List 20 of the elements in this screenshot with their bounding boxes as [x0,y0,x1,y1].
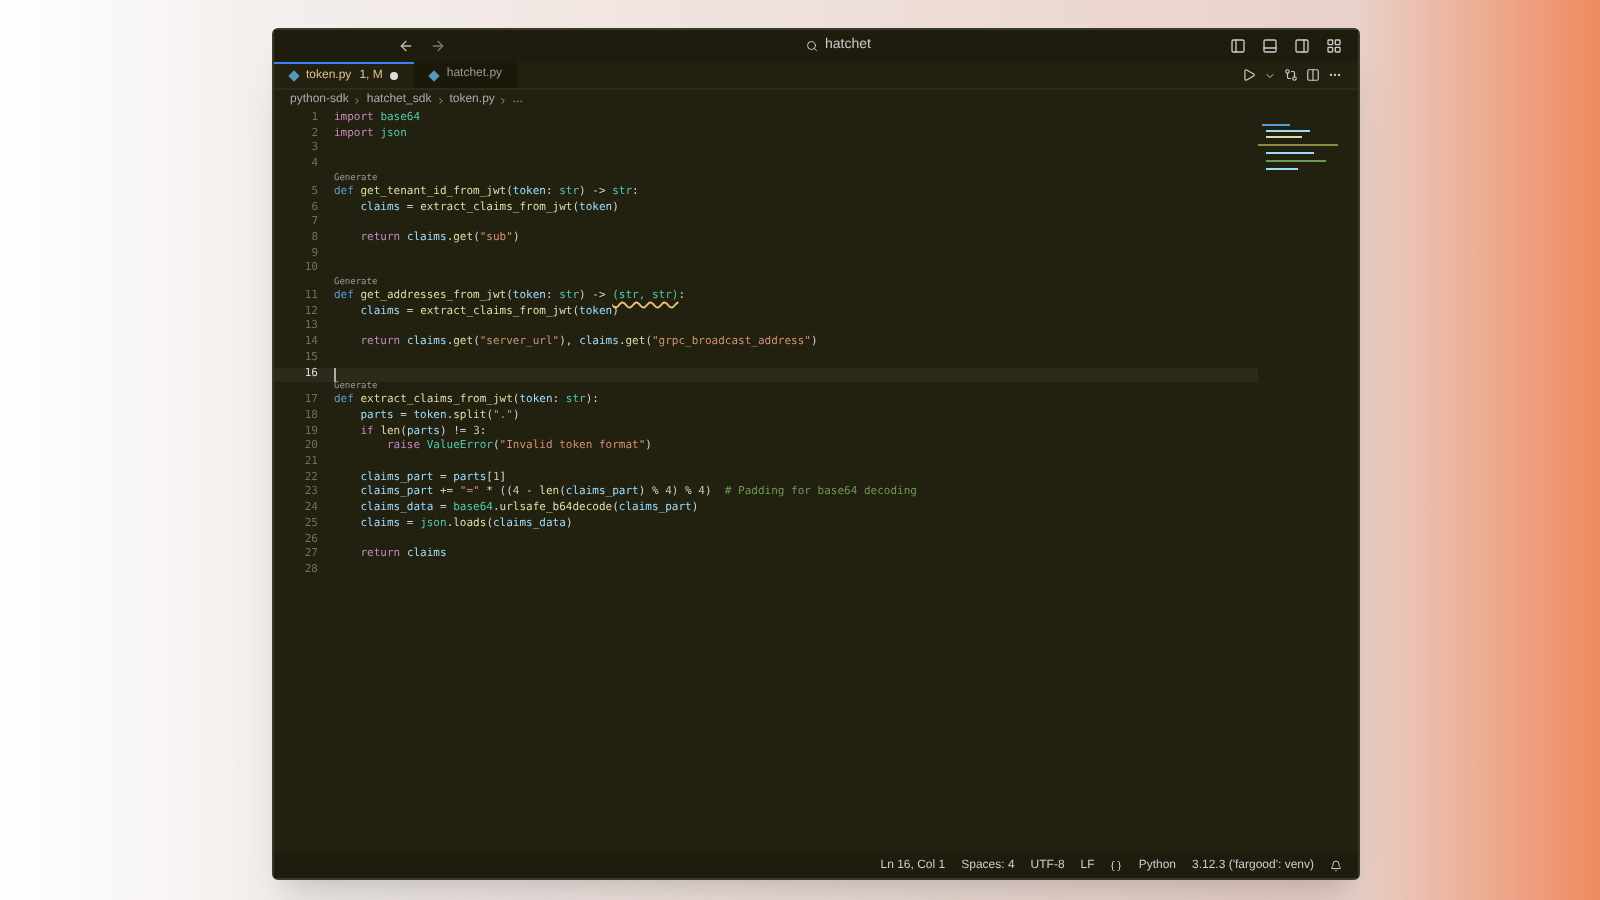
chevron-right-icon [498,96,509,106]
chevron-right-icon [435,96,446,106]
run-icon[interactable] [1242,68,1256,82]
compare-icon[interactable] [1284,68,1298,82]
layout-icon[interactable] [1326,38,1342,54]
panel-right-icon[interactable] [1294,38,1310,54]
python-file-icon [288,70,300,82]
more-icon[interactable] [1328,68,1342,82]
search-icon [805,40,818,52]
forward-arrow-icon[interactable] [430,38,446,54]
chevron-down-icon[interactable] [1264,69,1276,81]
panel-bottom-icon[interactable] [1262,38,1278,54]
back-arrow-icon[interactable] [398,38,414,54]
braces-icon [1110,860,1123,872]
chevron-right-icon [352,96,363,106]
split-editor-icon[interactable] [1306,68,1320,82]
bell-icon[interactable] [1330,860,1342,872]
python-file-icon [429,69,441,81]
text-cursor [334,367,336,382]
panel-left-icon[interactable] [1230,38,1246,54]
